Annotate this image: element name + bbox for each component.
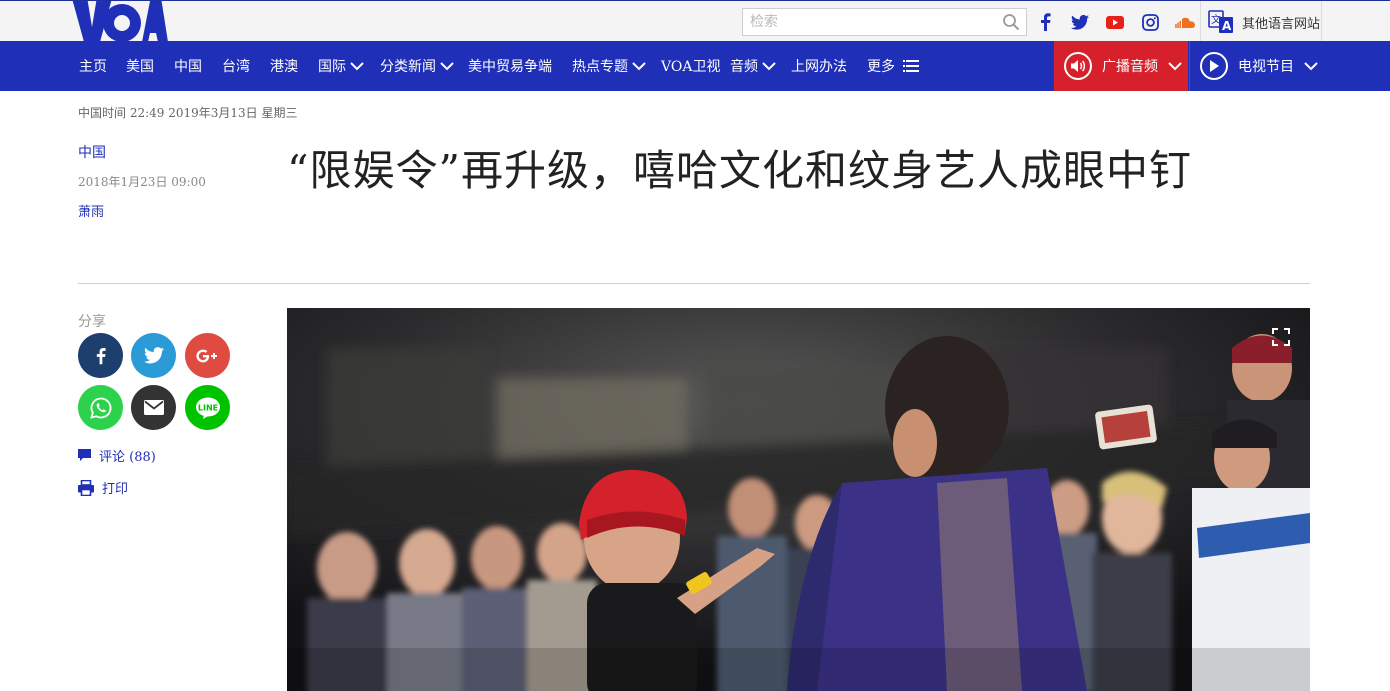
nav-item-home[interactable]: 主页 xyxy=(79,41,107,91)
line-icon: LINE xyxy=(195,397,220,419)
chevron-down-icon xyxy=(632,61,646,70)
share-line-button[interactable]: LINE xyxy=(185,385,230,430)
article-hero-image[interactable] xyxy=(287,308,1310,691)
play-icon xyxy=(1200,52,1228,80)
current-datetime: 中国时间 22:49 2019年3月13日 星期三 xyxy=(78,106,298,120)
google-plus-icon xyxy=(195,349,217,362)
instagram-icon[interactable] xyxy=(1139,11,1161,33)
divider xyxy=(1200,1,1201,42)
published-date: 2018年1月23日 09:00 xyxy=(78,175,206,189)
print-label: 打印 xyxy=(102,482,129,497)
expand-icon[interactable] xyxy=(1272,328,1290,346)
article-headline: “限娱令”再升级，嘻哈文化和纹身艺人成眼中钉 xyxy=(287,146,1192,195)
tv-programs-button[interactable]: 电视节目 xyxy=(1189,41,1321,91)
article-category-link[interactable]: 中国 xyxy=(78,142,106,162)
comment-icon xyxy=(78,449,91,461)
share-twitter-button[interactable] xyxy=(131,333,176,378)
chevron-down-icon xyxy=(350,61,364,70)
nav-item-trade-dispute[interactable]: 美中贸易争端 xyxy=(468,41,552,91)
nav-item-audio[interactable]: 音频 xyxy=(730,41,776,91)
other-languages-link[interactable]: 文 A 其他语言网站 xyxy=(1208,7,1320,37)
share-google-plus-button[interactable] xyxy=(185,333,230,378)
nav-item-usa[interactable]: 美国 xyxy=(126,41,154,91)
author-link[interactable]: 萧雨 xyxy=(78,201,104,220)
nav-item-categories[interactable]: 分类新闻 xyxy=(380,41,454,91)
twitter-icon[interactable] xyxy=(1069,11,1091,33)
share-email-button[interactable] xyxy=(131,385,176,430)
comments-label: 评论 (88) xyxy=(99,450,156,465)
nav-item-more[interactable]: 更多 xyxy=(867,41,921,91)
nav-item-international[interactable]: 国际 xyxy=(318,41,364,91)
nav-item-taiwan[interactable]: 台湾 xyxy=(222,41,250,91)
facebook-icon[interactable] xyxy=(1034,11,1056,33)
chevron-down-icon xyxy=(762,61,776,70)
svg-text:A: A xyxy=(1222,19,1232,33)
divider xyxy=(78,283,1310,284)
soundcloud-icon[interactable] xyxy=(1174,11,1196,33)
chevron-down-icon xyxy=(1168,61,1182,70)
speaker-icon xyxy=(1064,52,1092,80)
share-facebook-button[interactable] xyxy=(78,333,123,378)
divider xyxy=(1321,1,1322,42)
nav-item-hk-macau[interactable]: 港澳 xyxy=(270,41,298,91)
search-box[interactable] xyxy=(742,8,1027,36)
print-link[interactable]: 打印 xyxy=(78,478,128,497)
radio-audio-button[interactable]: 广播音频 xyxy=(1054,41,1188,91)
nav-item-china[interactable]: 中国 xyxy=(174,41,202,91)
share-label: 分享 xyxy=(78,314,106,330)
voa-logo[interactable] xyxy=(70,1,168,42)
facebook-icon xyxy=(96,347,106,364)
menu-icon xyxy=(903,60,919,72)
other-languages-label: 其他语言网站 xyxy=(1242,16,1321,32)
chevron-down-icon xyxy=(440,61,454,70)
tv-programs-label: 电视节目 xyxy=(1238,59,1294,75)
twitter-icon xyxy=(143,347,164,364)
whatsapp-icon xyxy=(89,397,111,419)
top-bar: 文 A 其他语言网站 xyxy=(0,0,1390,42)
chevron-down-icon xyxy=(1304,61,1318,70)
youtube-icon[interactable] xyxy=(1104,11,1126,33)
nav-item-access-methods[interactable]: 上网办法 xyxy=(791,41,847,91)
share-whatsapp-button[interactable] xyxy=(78,385,123,430)
radio-audio-label: 广播音频 xyxy=(1102,59,1158,75)
nav-item-hot-topics[interactable]: 热点专题 xyxy=(572,41,646,91)
printer-icon xyxy=(78,479,94,496)
search-icon[interactable] xyxy=(1002,13,1020,31)
svg-text:LINE: LINE xyxy=(197,403,217,412)
search-input[interactable] xyxy=(743,9,993,35)
email-icon xyxy=(143,400,164,415)
comments-link[interactable]: 评论 (88) xyxy=(78,446,156,465)
nav-item-voa-tv[interactable]: VOA卫视 xyxy=(661,41,720,91)
translate-icon: 文 A xyxy=(1208,10,1233,33)
